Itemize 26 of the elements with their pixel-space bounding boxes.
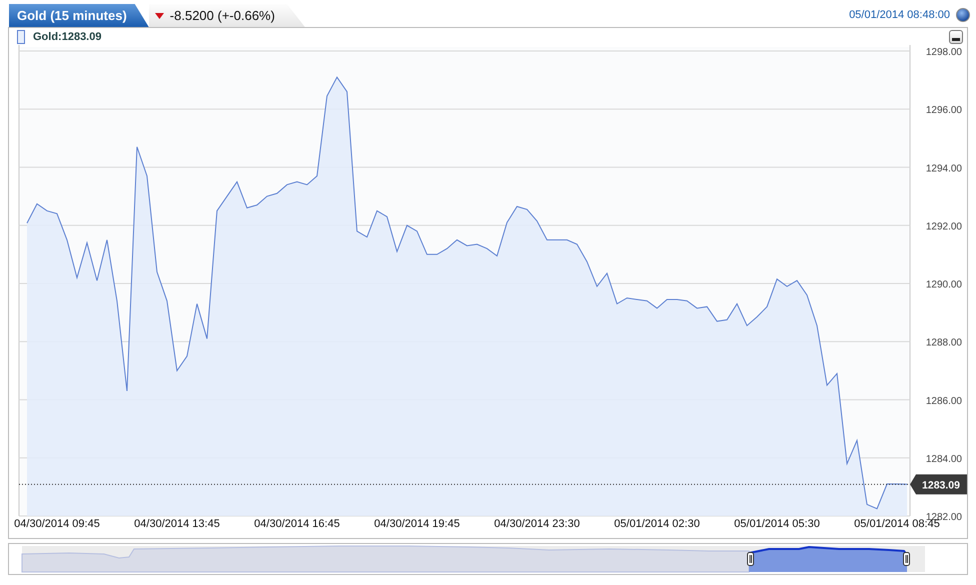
y-axis-label: 1286.00 [926, 396, 962, 407]
range-handle[interactable] [903, 552, 910, 566]
y-axis-label: 1294.00 [926, 163, 962, 174]
x-axis-label: 05/01/2014 02:30 [614, 518, 700, 530]
minimize-button[interactable] [949, 30, 963, 44]
x-axis-label: 04/30/2014 23:30 [494, 518, 580, 530]
globe-button-icon[interactable] [956, 8, 970, 22]
y-axis-label: 1284.00 [926, 454, 962, 465]
series-swatch-icon [17, 30, 25, 44]
timestamp: 05/01/2014 08:48:00 [849, 9, 950, 21]
y-axis-label: 1288.00 [926, 338, 962, 349]
x-axis-label: 04/30/2014 13:45 [134, 518, 220, 530]
legend-label: Gold:1283.09 [33, 31, 102, 43]
last-price-badge: 1283.09 [910, 474, 967, 494]
y-axis-label: 1296.00 [926, 105, 962, 116]
x-axis-label: 04/30/2014 16:45 [254, 518, 340, 530]
x-axis-label: 04/30/2014 09:45 [14, 518, 100, 530]
y-axis-label: 1298.00 [926, 47, 962, 58]
chart-title-tab[interactable]: Gold (15 minutes) [9, 4, 149, 27]
minus-icon [952, 38, 960, 41]
x-axis-label: 04/30/2014 19:45 [374, 518, 460, 530]
x-axis-label: 05/01/2014 05:30 [734, 518, 820, 530]
y-axis-label: 1292.00 [926, 221, 962, 232]
y-axis-label: 1290.00 [926, 280, 962, 290]
price-change: -8.5200 (+-0.66%) [170, 8, 275, 23]
range-handle[interactable] [747, 552, 754, 566]
